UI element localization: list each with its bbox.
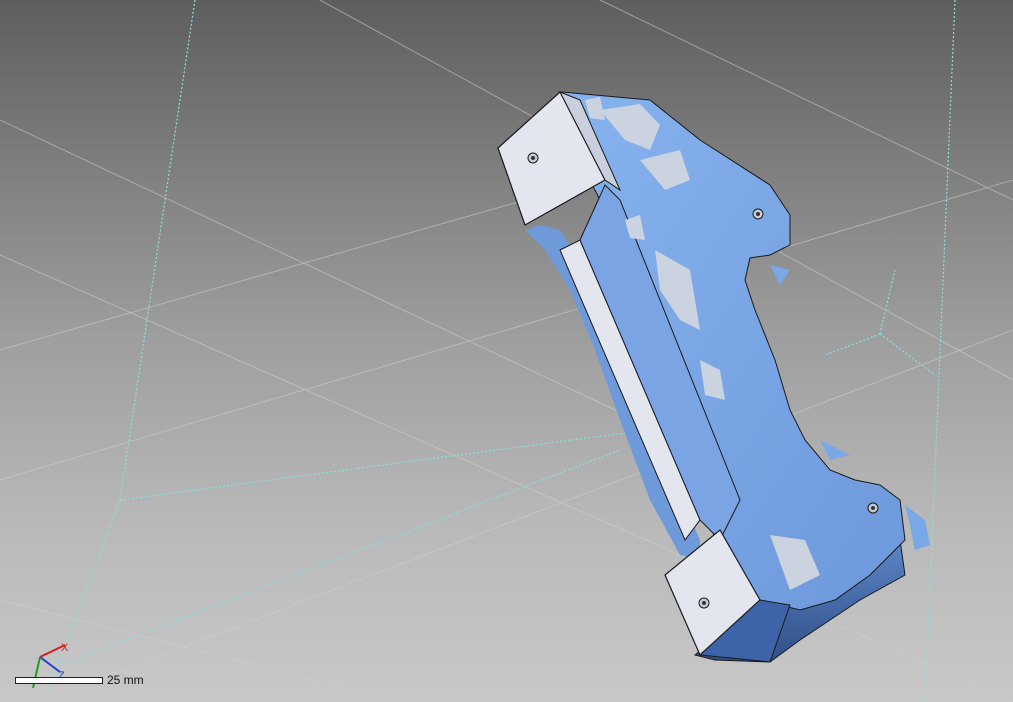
scale-bar-label: 25 mm [107,673,144,687]
z-axis-line [39,656,61,673]
scale-bar: 25 mm [15,673,144,687]
scene-canvas[interactable]: X Z [0,0,1013,702]
scanned-bracket-model[interactable] [497,91,930,663]
3d-viewport[interactable]: X Z 25 mm [0,0,1013,702]
x-axis-label: X [61,642,69,654]
scale-bar-line [15,676,103,684]
